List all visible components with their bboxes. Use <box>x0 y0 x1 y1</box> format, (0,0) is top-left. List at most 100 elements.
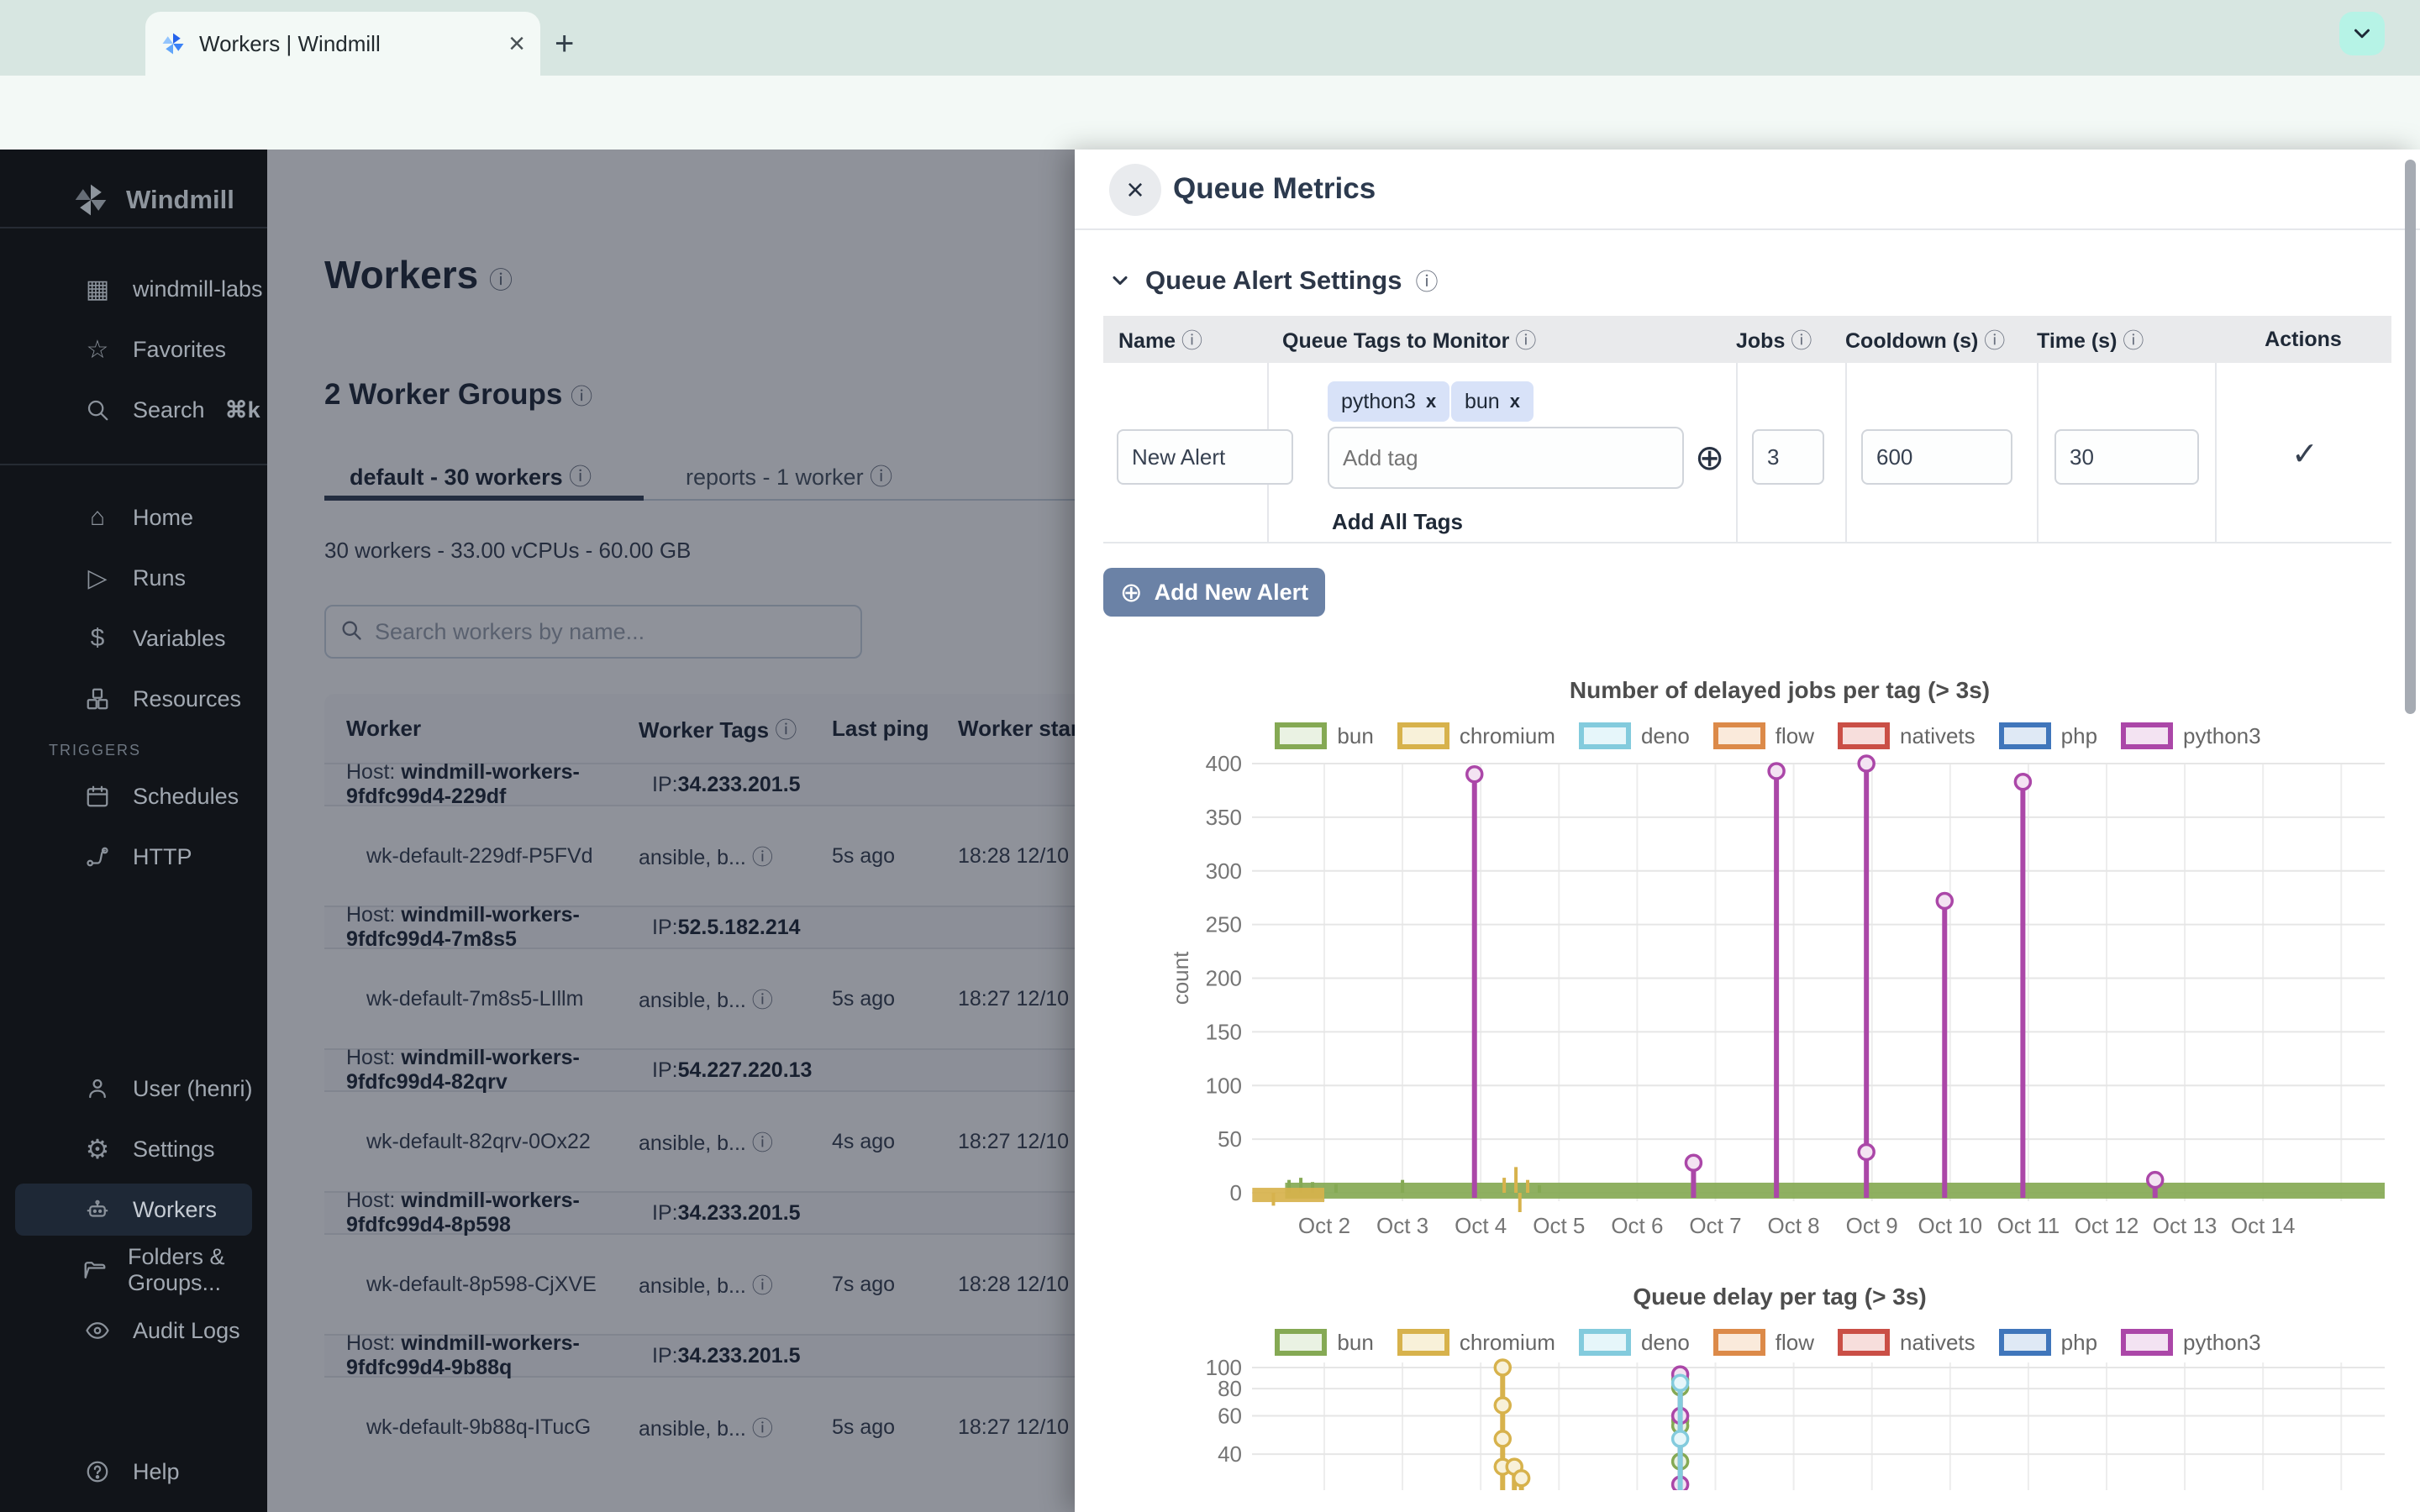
sidebar-item-home[interactable]: ⌂ Home <box>0 487 267 548</box>
legend-label: flow <box>1776 723 1814 749</box>
sidebar-item-help[interactable]: Help <box>0 1441 267 1502</box>
alert-table-header: Name ⓘ Queue Tags to Monitor ⓘ Jobs ⓘ Co… <box>1103 316 2391 363</box>
legend-swatch-nativets[interactable] <box>1838 722 1890 749</box>
remove-tag-icon[interactable]: x <box>1510 391 1520 412</box>
route-icon <box>82 844 113 869</box>
sidebar-item-search[interactable]: Search ⌘k <box>0 380 267 440</box>
add-tag-button[interactable]: ⊕ <box>1695 437 1724 478</box>
drawer-scrollbar[interactable] <box>2405 160 2416 714</box>
legend-swatch-deno[interactable] <box>1579 1329 1631 1356</box>
star-icon: ☆ <box>82 335 113 365</box>
sidebar-item-audit-logs[interactable]: Audit Logs <box>0 1300 267 1361</box>
sidebar-item-workspace[interactable]: ▦ windmill-labs <box>0 259 267 319</box>
sidebar-item-schedules[interactable]: Schedules <box>0 766 267 827</box>
legend-swatch-php[interactable] <box>1999 1329 2051 1356</box>
legend-label: python3 <box>2183 723 2261 749</box>
chart-plot: 406080100 <box>1168 1356 2391 1494</box>
delayed-jobs-chart: Number of delayed jobs per tag (> 3s) bu… <box>1168 677 2391 1260</box>
svg-text:Oct 6: Oct 6 <box>1611 1213 1663 1238</box>
plus-circle-icon: ⊕ <box>1120 576 1143 608</box>
legend-swatch-deno[interactable] <box>1579 722 1631 749</box>
alert-name-input[interactable] <box>1117 429 1293 485</box>
building-icon: ▦ <box>82 275 113 304</box>
tab-search-button[interactable] <box>2339 12 2385 55</box>
info-icon[interactable]: ⓘ <box>1515 329 1536 353</box>
sidebar-item-resources[interactable]: Resources <box>0 669 267 729</box>
svg-text:Oct 8: Oct 8 <box>1768 1213 1820 1238</box>
add-new-alert-button[interactable]: ⊕ Add New Alert <box>1103 568 1325 617</box>
tab-close-icon[interactable]: × <box>508 29 525 58</box>
info-icon[interactable]: ⓘ <box>1181 329 1202 353</box>
new-tab-button[interactable]: + <box>555 27 574 60</box>
svg-text:50: 50 <box>1218 1126 1242 1152</box>
legend-label: python3 <box>2183 1330 2261 1356</box>
sidebar-item-settings[interactable]: ⚙ Settings <box>0 1119 267 1179</box>
add-all-tags-link[interactable]: Add All Tags <box>1332 509 1463 535</box>
sidebar-item-runs[interactable]: ▷ Runs <box>0 548 267 608</box>
sidebar-item-folders[interactable]: Folders & Groups... <box>0 1240 267 1300</box>
browser-tab[interactable]: Workers | Windmill × <box>145 12 540 76</box>
legend-label: deno <box>1641 1330 1690 1356</box>
confirm-alert-button[interactable]: ✓ <box>2291 435 2318 473</box>
browser-tabstrip: Workers | Windmill × + <box>0 0 2420 76</box>
svg-text:Oct 14: Oct 14 <box>2231 1213 2296 1238</box>
legend-swatch-php[interactable] <box>1999 722 2051 749</box>
queue-alert-settings-toggle[interactable]: Queue Alert Settings ⓘ <box>1108 264 1438 297</box>
jobs-input[interactable] <box>1752 429 1824 485</box>
sidebar-logo[interactable]: Windmill <box>0 150 267 227</box>
sidebar-section-triggers: TRIGGERS <box>0 729 267 766</box>
legend-swatch-chromium[interactable] <box>1397 722 1449 749</box>
close-drawer-button[interactable]: × <box>1109 164 1161 216</box>
info-icon[interactable]: ⓘ <box>1415 264 1438 297</box>
chart-legend: bunchromiumdenoflownativetsphppython3 <box>1168 722 2391 749</box>
legend-swatch-python3[interactable] <box>2121 722 2173 749</box>
legend-swatch-nativets[interactable] <box>1838 1329 1890 1356</box>
time-input[interactable] <box>2054 429 2199 485</box>
chart-title: Queue delay per tag (> 3s) <box>1168 1284 2391 1310</box>
legend-label: php <box>2061 723 2097 749</box>
calendar-icon <box>82 784 113 809</box>
sidebar-item-user[interactable]: User (henri) <box>0 1058 267 1119</box>
sidebar-item-favorites[interactable]: ☆ Favorites <box>0 319 267 380</box>
legend-label: nativets <box>1900 723 1975 749</box>
sidebar-divider <box>0 227 267 228</box>
sidebar-item-workers[interactable]: Workers <box>0 1179 267 1240</box>
legend-swatch-chromium[interactable] <box>1397 1329 1449 1356</box>
legend-swatch-bun[interactable] <box>1275 1329 1327 1356</box>
close-icon: × <box>1126 172 1144 207</box>
legend-label: deno <box>1641 723 1690 749</box>
svg-text:Oct 9: Oct 9 <box>1846 1213 1898 1238</box>
svg-text:40: 40 <box>1218 1441 1242 1467</box>
svg-text:Oct 7: Oct 7 <box>1689 1213 1741 1238</box>
eye-icon <box>82 1318 113 1343</box>
info-icon[interactable]: ⓘ <box>1984 329 2005 353</box>
user-icon <box>82 1076 113 1101</box>
legend-swatch-bun[interactable] <box>1275 722 1327 749</box>
home-icon: ⌂ <box>82 503 113 532</box>
legend-swatch-flow[interactable] <box>1713 722 1765 749</box>
svg-text:400: 400 <box>1206 751 1242 776</box>
legend-label: chromium <box>1460 723 1555 749</box>
sidebar: Windmill ▦ windmill-labs ☆ Favorites Sea… <box>0 150 267 1512</box>
legend-swatch-python3[interactable] <box>2121 1329 2173 1356</box>
cooldown-input[interactable] <box>1861 429 2012 485</box>
legend-label: nativets <box>1900 1330 1975 1356</box>
legend-swatch-flow[interactable] <box>1713 1329 1765 1356</box>
svg-text:Oct 4: Oct 4 <box>1455 1213 1507 1238</box>
queue-delay-chart: Queue delay per tag (> 3s) bunchromiumde… <box>1168 1284 2391 1512</box>
legend-label: flow <box>1776 1330 1814 1356</box>
add-tag-input[interactable] <box>1328 427 1684 489</box>
sidebar-item-variables[interactable]: $ Variables <box>0 608 267 669</box>
info-icon[interactable]: ⓘ <box>1791 329 1812 353</box>
info-icon[interactable]: ⓘ <box>2123 329 2144 353</box>
chevron-down-icon <box>2349 21 2375 46</box>
remove-tag-icon[interactable]: x <box>1426 391 1436 412</box>
svg-text:Oct 10: Oct 10 <box>1918 1213 1983 1238</box>
legend-label: bun <box>1337 1330 1373 1356</box>
svg-text:Oct 12: Oct 12 <box>2075 1213 2139 1238</box>
sidebar-divider <box>0 464 267 465</box>
collapse-sidebar-button[interactable]: ← <box>0 1505 267 1512</box>
svg-text:Oct 5: Oct 5 <box>1533 1213 1585 1238</box>
svg-text:0: 0 <box>1230 1180 1242 1205</box>
sidebar-item-http[interactable]: HTTP <box>0 827 267 887</box>
